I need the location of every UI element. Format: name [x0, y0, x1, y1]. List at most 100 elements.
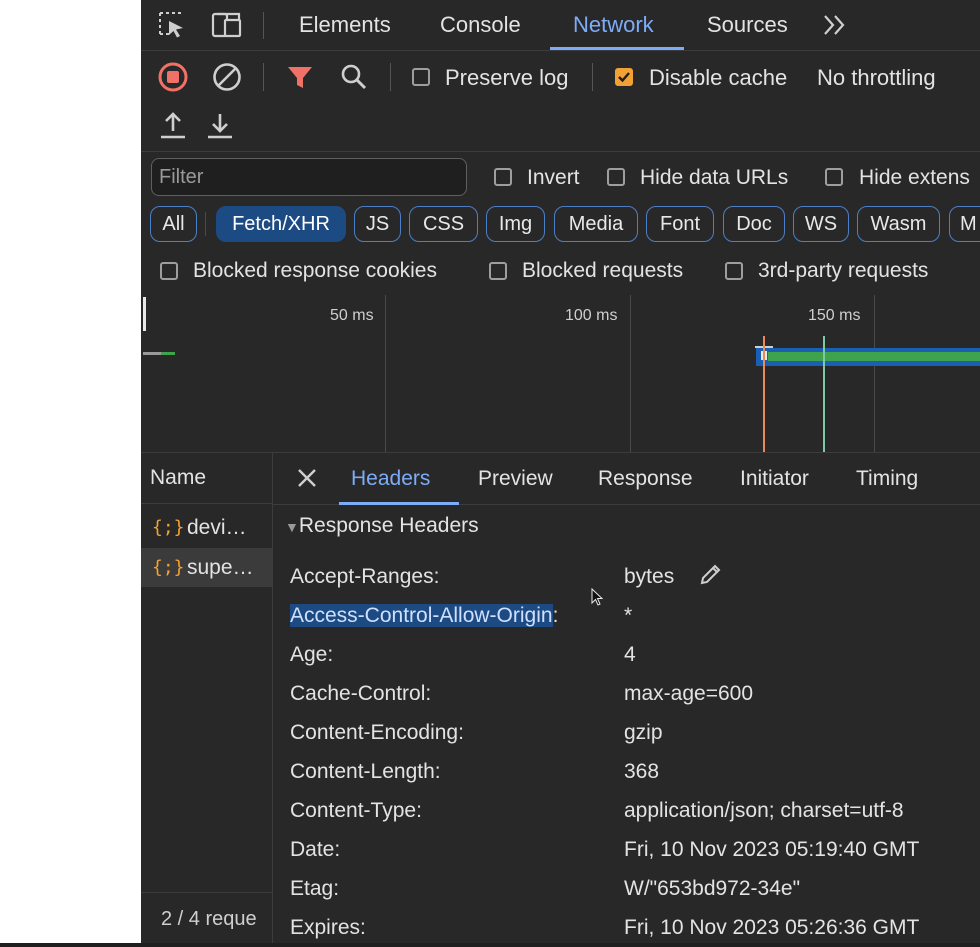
tab-sources[interactable]: Sources — [707, 0, 788, 50]
window-bottom-edge — [0, 943, 980, 947]
tab-timing[interactable]: Timing — [856, 452, 918, 504]
hide-extensions-label: Hide extens — [859, 166, 970, 189]
header-value[interactable]: bytes — [624, 565, 674, 589]
tab-elements[interactable]: Elements — [299, 0, 391, 50]
type-filter-wasm[interactable]: Wasm — [857, 206, 940, 242]
filter-input[interactable] — [152, 159, 466, 195]
tick-label: 100 ms — [565, 307, 618, 324]
filter-input-box — [151, 158, 467, 196]
filter-icon[interactable] — [283, 60, 317, 94]
throttling-select[interactable]: No throttling — [817, 65, 936, 91]
type-filter-media[interactable]: Media — [554, 206, 638, 242]
header-name[interactable]: Content-Type: — [290, 799, 422, 823]
inspect-element-icon[interactable] — [157, 10, 189, 40]
header-row: Access-Control-Allow-Origin: * — [273, 587, 980, 643]
load-event-line — [763, 336, 765, 452]
pencil-icon[interactable] — [697, 562, 723, 594]
header-value[interactable]: application/json; charset=utf-8 — [624, 799, 904, 823]
header-value[interactable]: 368 — [624, 760, 659, 784]
fetch-request-icon: {;} — [152, 557, 185, 578]
header-name[interactable]: Access-Control-Allow-Origin: — [290, 604, 558, 628]
disable-cache-checkbox[interactable] — [615, 68, 633, 86]
type-filter-js[interactable]: JS — [354, 206, 401, 242]
dom-content-loaded-line — [823, 336, 825, 452]
network-overview[interactable]: 50 ms 100 ms 150 ms — [141, 295, 980, 453]
header-row: Content-Type: application/json; charset=… — [273, 799, 980, 838]
export-har-icon[interactable] — [203, 109, 237, 143]
type-filter-doc[interactable]: Doc — [723, 206, 785, 242]
disable-cache-label: Disable cache — [649, 65, 788, 90]
header-name[interactable]: Date: — [290, 838, 340, 862]
hide-data-urls-label: Hide data URLs — [640, 166, 789, 189]
header-name[interactable]: Etag: — [290, 877, 339, 901]
tick-label: 150 ms — [808, 307, 861, 324]
hide-extensions-checkbox[interactable] — [825, 168, 843, 186]
response-headers-section[interactable]: ▼Response Headers — [285, 514, 479, 538]
header-row: Etag: W/"653bd972-34e" — [273, 877, 980, 916]
type-filter-css[interactable]: CSS — [409, 206, 478, 242]
header-value[interactable]: * — [624, 604, 632, 628]
search-icon[interactable] — [337, 60, 371, 94]
chevron-double-right-icon[interactable] — [821, 10, 853, 40]
type-filter-all[interactable]: All — [150, 206, 197, 242]
type-filter-font[interactable]: Font — [646, 206, 714, 242]
request-row[interactable]: {;} devi… — [141, 508, 272, 547]
tab-response[interactable]: Response — [598, 452, 693, 504]
close-icon[interactable] — [295, 466, 319, 490]
header-value[interactable]: Fri, 10 Nov 2023 05:26:36 GMT — [624, 916, 919, 940]
active-tab-indicator — [339, 502, 459, 505]
header-value[interactable]: 4 — [624, 643, 636, 667]
tab-console[interactable]: Console — [440, 0, 521, 50]
gridline — [874, 295, 875, 452]
section-title-text: Response Headers — [298, 514, 479, 537]
import-har-icon[interactable] — [156, 109, 190, 143]
header-name[interactable]: Content-Encoding: — [290, 721, 464, 745]
request-bar — [161, 352, 175, 355]
divider — [263, 12, 264, 39]
tab-preview[interactable]: Preview — [478, 452, 553, 504]
type-filter-manifest[interactable]: M — [949, 206, 980, 242]
header-value[interactable]: max-age=600 — [624, 682, 753, 706]
request-list-panel: Name {;} devi… {;} supe… 2 / 4 reque — [141, 452, 273, 943]
header-value[interactable]: Fri, 10 Nov 2023 05:19:40 GMT — [624, 838, 919, 862]
header-name[interactable]: Age: — [290, 643, 333, 667]
clear-icon[interactable] — [210, 60, 244, 94]
header-row: Content-Length: 368 — [273, 760, 980, 799]
header-row: Accept-Ranges: bytes — [273, 562, 980, 604]
header-name[interactable]: Expires: — [290, 916, 366, 940]
header-name[interactable]: Accept-Ranges: — [290, 565, 439, 589]
stop-recording-icon[interactable] — [156, 60, 190, 94]
request-details-panel: Headers Preview Response Initiator Timin… — [273, 452, 980, 943]
device-toolbar-icon[interactable] — [211, 10, 243, 40]
request-row[interactable]: {;} supe… — [141, 548, 272, 587]
request-bar — [768, 352, 980, 361]
tab-initiator[interactable]: Initiator — [740, 452, 809, 504]
header-row: Age: 4 — [273, 643, 980, 682]
third-party-requests-checkbox[interactable] — [725, 262, 743, 280]
header-name[interactable]: Content-Length: — [290, 760, 441, 784]
name-column-header[interactable]: Name — [141, 452, 272, 504]
blocked-requests-checkbox[interactable] — [489, 262, 507, 280]
tab-network[interactable]: Network — [573, 0, 654, 50]
header-value[interactable]: W/"653bd972-34e" — [624, 877, 800, 901]
network-toolbar: Preserve log Disable cache No throttling — [141, 51, 980, 152]
header-name[interactable]: Cache-Control: — [290, 682, 431, 706]
type-filter-ws[interactable]: WS — [793, 206, 849, 242]
type-filter-img[interactable]: Img — [486, 206, 545, 242]
hide-data-urls-checkbox[interactable] — [607, 168, 625, 186]
divider — [263, 63, 264, 91]
divider — [390, 63, 391, 91]
request-count-status: 2 / 4 reque — [141, 892, 272, 943]
invert-checkbox[interactable] — [494, 168, 512, 186]
header-value[interactable]: gzip — [624, 721, 663, 745]
tab-headers[interactable]: Headers — [351, 452, 430, 504]
request-name: devi… — [187, 516, 247, 539]
mouse-cursor-icon — [591, 587, 605, 614]
blocked-response-cookies-checkbox[interactable] — [160, 262, 178, 280]
details-tab-bar: Headers Preview Response Initiator Timin… — [273, 452, 980, 505]
preserve-log-checkbox[interactable] — [412, 68, 430, 86]
active-tab-indicator — [550, 47, 684, 50]
overview-handle[interactable] — [143, 297, 146, 331]
type-filter-fetch-xhr[interactable]: Fetch/XHR — [216, 206, 346, 242]
triangle-down-icon: ▼ — [285, 519, 299, 535]
